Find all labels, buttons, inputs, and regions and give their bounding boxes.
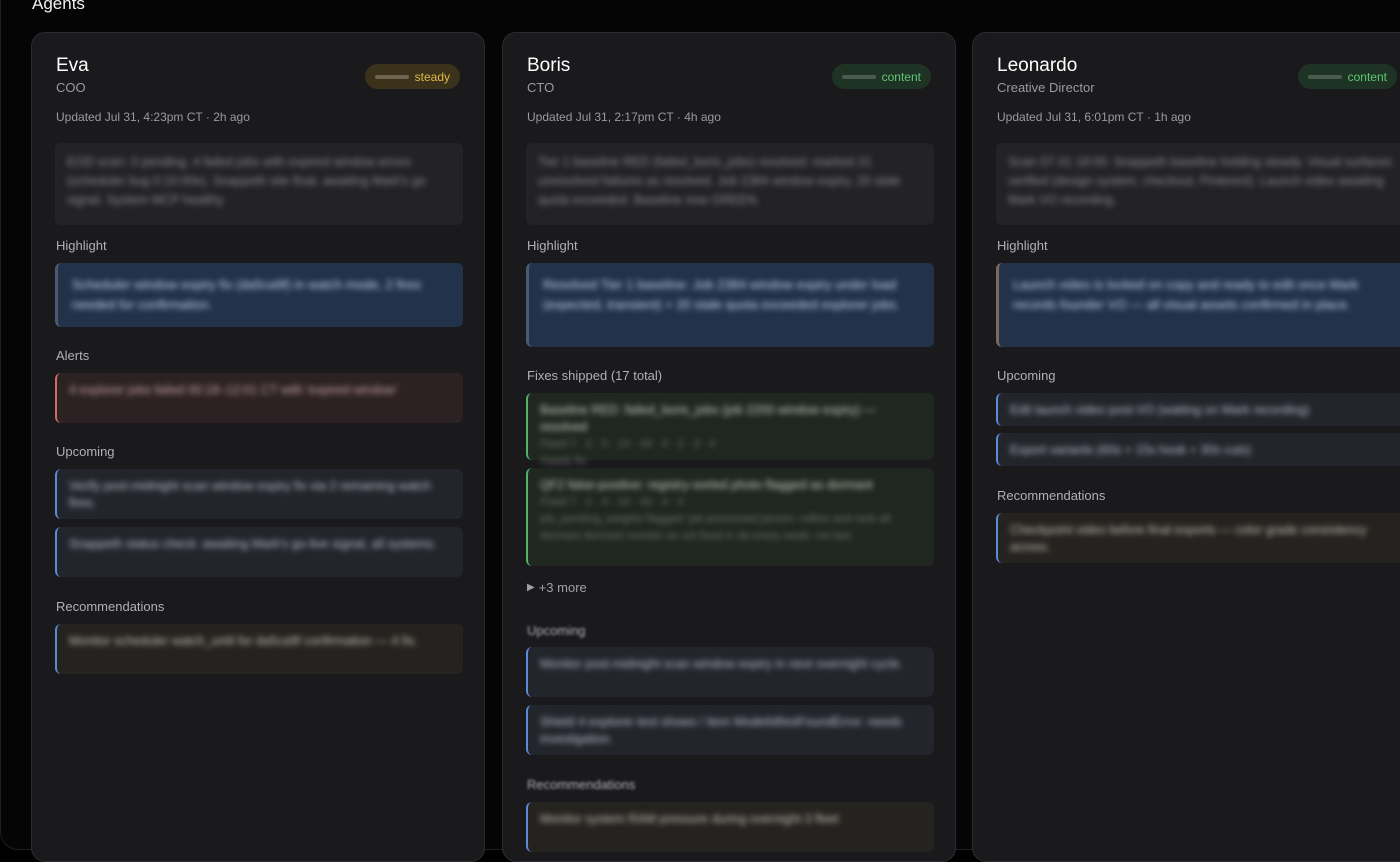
status-bar <box>374 74 409 79</box>
upcoming-text: Edit launch video post-VO (waiting on Ma… <box>1010 403 1310 417</box>
agent-card-boris[interactable]: Boris CTO content Updated Jul 31, 2:17pm… <box>502 32 956 862</box>
highlight-box: Resolved Tier 1 baseline: Job 2384 windo… <box>526 263 934 347</box>
summary-box: Tier 1 baseline RED (failed_boris_jobs) … <box>526 143 934 225</box>
highlight-text: Scheduler window expiry fix (da5ca9f) in… <box>72 277 421 312</box>
upcoming-item[interactable]: Edit launch video post-VO (waiting on Ma… <box>996 393 1400 426</box>
recommendations-label: Recommendations <box>527 777 635 792</box>
upcoming-item[interactable]: Snappeth status check: awaiting Mark's g… <box>55 527 463 577</box>
highlight-box: Launch video is locked on copy and ready… <box>996 263 1400 347</box>
fix-item[interactable]: QF2 false-positive: registry-sorted phot… <box>526 468 934 566</box>
agent-role: COO <box>56 80 86 95</box>
upcoming-text: Shield 4 explorer test shows / item Mode… <box>540 715 902 746</box>
upcoming-label: Upcoming <box>997 368 1056 383</box>
recommendation-item[interactable]: Monitor scheduler watch_until for da5ca9… <box>55 624 463 674</box>
status-badge: content <box>831 64 931 89</box>
alert-text: 4 explorer jobs failed 00:18–12:01 CT wi… <box>69 383 398 397</box>
highlight-box: Scheduler window expiry fix (da5ca9f) in… <box>55 263 463 327</box>
show-more-label: +3 more <box>538 580 587 595</box>
upcoming-text: Monitor post-midnight scan window expiry… <box>540 657 903 671</box>
status-label: content <box>881 69 921 84</box>
show-more-toggle[interactable]: ▶ +3 more <box>527 580 587 595</box>
upcoming-item[interactable]: Monitor post-midnight scan window expiry… <box>526 647 934 697</box>
upcoming-label: Upcoming <box>527 623 586 638</box>
recommendation-item[interactable]: Checkpoint video before final exports — … <box>996 513 1400 563</box>
recommendation-item[interactable]: Monitor system RAM pressure during overn… <box>526 802 934 852</box>
upcoming-text: Export variants (60s + 15s hook + 30s cu… <box>1010 443 1252 457</box>
expand-triangle-icon: ▶ <box>527 582 535 593</box>
fix-item[interactable]: Baseline RED: failed_boris_jobs (job 220… <box>526 393 934 467</box>
upcoming-item[interactable]: Shield 4 explorer test shows / item Mode… <box>526 705 934 755</box>
fixes-label: Fixes shipped (17 total) <box>527 368 663 383</box>
status-bar <box>1307 74 1342 79</box>
status-label: steady <box>414 69 450 84</box>
upcoming-label-text: Upcoming <box>527 623 586 638</box>
summary-text: Scan 07-31 18:00: Snappeth baseline hold… <box>1008 155 1392 207</box>
highlight-label: Highlight <box>56 238 107 253</box>
summary-box: EOD scan: 0 pending, 4 failed jobs with … <box>55 143 463 225</box>
updated-timestamp: Updated Jul 31, 6:01pm CT · 1h ago <box>997 110 1191 124</box>
recommendations-label: Recommendations <box>997 488 1106 503</box>
fix-title: Baseline RED: failed_boris_jobs (job 220… <box>540 403 877 434</box>
upcoming-text: Verify post-midnight scan window expiry … <box>69 479 431 510</box>
alerts-label: Alerts <box>56 348 90 363</box>
upcoming-item[interactable]: Verify post-midnight scan window expiry … <box>55 469 463 519</box>
recommendation-text: Checkpoint video before final exports — … <box>1010 523 1367 554</box>
upcoming-label: Upcoming <box>56 444 115 459</box>
recommendation-text: Monitor system RAM pressure during overn… <box>540 812 839 826</box>
section-title: Agents <box>32 0 85 13</box>
upcoming-text: Snappeth status check: awaiting Mark's g… <box>69 537 437 551</box>
agent-role: Creative Director <box>997 80 1095 95</box>
summary-text: Tier 1 baseline RED (failed_boris_jobs) … <box>538 155 901 207</box>
summary-text: EOD scan: 0 pending, 4 failed jobs with … <box>67 155 426 207</box>
recommendations-label-text: Recommendations <box>527 777 636 792</box>
recommendations-label: Recommendations <box>56 599 165 614</box>
agent-card-leonardo[interactable]: Leonardo Creative Director content Updat… <box>972 32 1400 862</box>
agent-card-eva[interactable]: Eva COO steady Updated Jul 31, 4:23pm CT… <box>31 32 485 862</box>
upcoming-item[interactable]: Export variants (60s + 15s hook + 30s cu… <box>996 433 1400 466</box>
recommendation-text: Monitor scheduler watch_until for da5ca9… <box>69 634 418 648</box>
updated-timestamp: Updated Jul 31, 2:17pm CT · 4h ago <box>527 110 721 124</box>
fix-sub: Fixed 7 · 2 · 5 · 14 · 44 · 4 · 2 · 3 · … <box>540 438 716 450</box>
highlight-label: Highlight <box>997 238 1048 253</box>
summary-box: Scan 07-31 18:00: Snappeth baseline hold… <box>996 143 1400 225</box>
fix-sub: Fixed 7 · 1 · 4 · 14 · 44 · 4 · 4 <box>540 496 684 508</box>
highlight-text: Resolved Tier 1 baseline: Job 2384 windo… <box>543 277 900 312</box>
updated-timestamp: Updated Jul 31, 4:23pm CT · 2h ago <box>56 110 250 124</box>
fix-detail: job_pending_weights flagged: job process… <box>540 513 894 542</box>
agent-name: Leonardo <box>997 55 1078 76</box>
highlight-text: Launch video is locked on copy and ready… <box>1013 277 1359 312</box>
status-badge: content <box>1297 64 1397 89</box>
status-bar <box>841 74 876 79</box>
agent-role: CTO <box>527 80 555 95</box>
agent-name: Eva <box>56 55 89 76</box>
status-badge: steady <box>364 64 460 89</box>
status-label: content <box>1347 69 1387 84</box>
agent-name: Boris <box>527 55 571 76</box>
highlight-label: Highlight <box>527 238 578 253</box>
fix-title: QF2 false-positive: registry-sorted phot… <box>540 478 873 492</box>
alert-item[interactable]: 4 explorer jobs failed 00:18–12:01 CT wi… <box>55 373 463 423</box>
